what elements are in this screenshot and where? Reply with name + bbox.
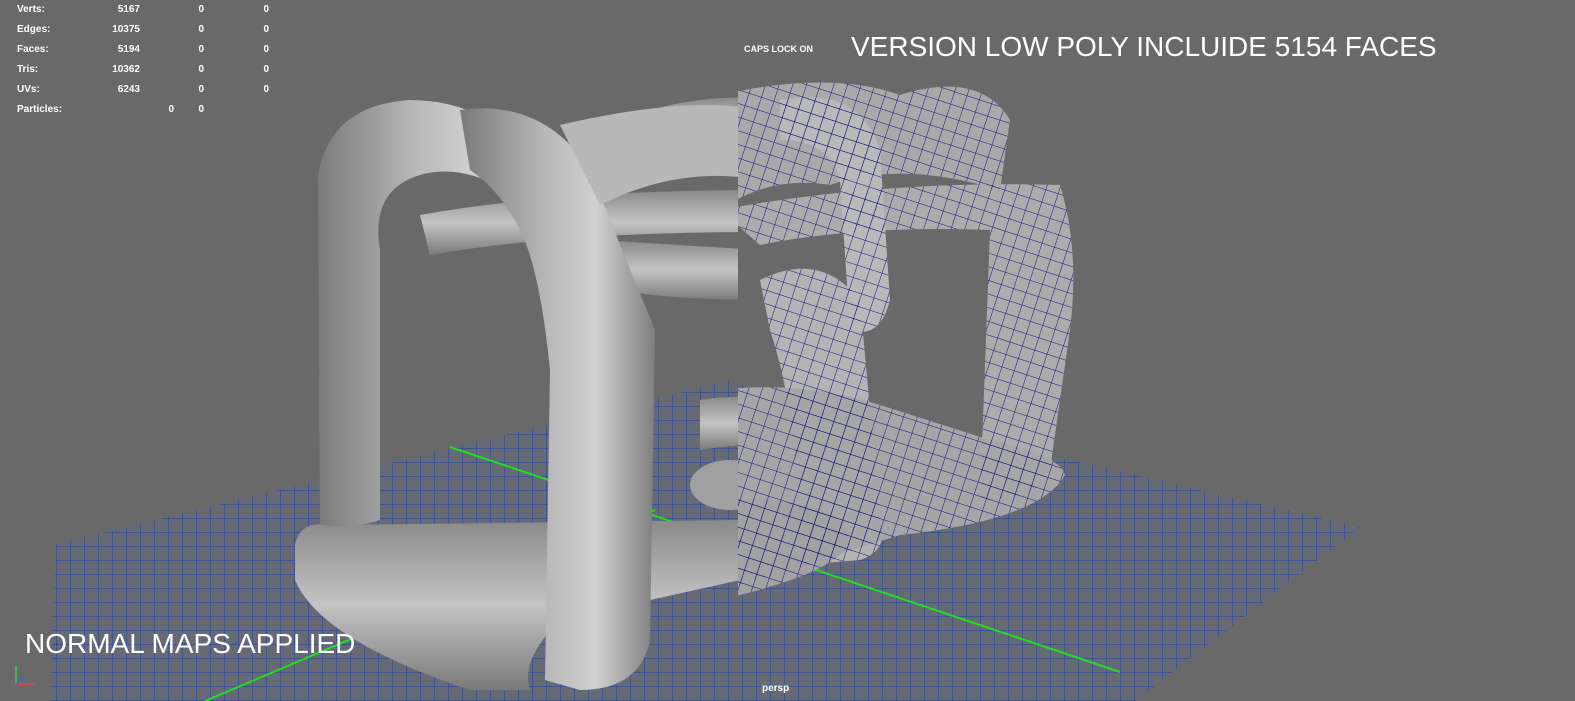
hud-label: Tris: xyxy=(17,64,39,75)
hud-value: 0 xyxy=(198,44,204,55)
hud-label: Faces: xyxy=(17,44,49,55)
view-axis-icon xyxy=(15,666,36,685)
hud-row: Faces: 5194 0 0 xyxy=(8,42,278,62)
hud-value: 10362 xyxy=(112,64,140,75)
hud-row: UVs: 6243 0 0 xyxy=(8,82,278,102)
hud-value: 0 xyxy=(198,64,204,75)
hud-value: 0 xyxy=(263,84,269,95)
hud-value: 5167 xyxy=(117,4,140,15)
hud-label: Particles: xyxy=(17,104,63,115)
hud-row: Verts: 5167 0 0 xyxy=(8,2,278,22)
hud-value: 0 xyxy=(198,104,204,115)
hud-value: 5194 xyxy=(117,44,140,55)
poly-count-hud: Verts: 5167 0 0 Edges: 10375 0 0 Faces: 5194 0 0 Tri… xyxy=(8,2,278,122)
annotation-normal-maps: NORMAL MAPS APPLIED xyxy=(25,628,356,659)
hud-label: UVs: xyxy=(17,84,40,95)
annotation-low-poly: VERSION LOW POLY INCLUIDE 5154 FACES xyxy=(851,31,1437,62)
hud-value: 0 xyxy=(198,24,204,35)
hud-value: 0 xyxy=(198,4,204,15)
hud-value: 10375 xyxy=(112,24,140,35)
hud-value: 0 xyxy=(168,104,174,115)
hud-row-particles: Particles: 0 0 xyxy=(8,102,278,122)
hud-label: Verts: xyxy=(17,4,45,15)
camera-label: persp xyxy=(762,683,790,694)
hud-value: 0 xyxy=(263,64,269,75)
hud-value: 0 xyxy=(263,4,269,15)
caps-lock-indicator: CAPS LOCK ON xyxy=(744,44,814,54)
hud-value: 0 xyxy=(263,24,269,35)
hud-row: Edges: 10375 0 0 xyxy=(8,22,278,42)
hud-row: Tris: 10362 0 0 xyxy=(8,62,278,82)
3d-viewport[interactable]: Verts: 5167 0 0 Edges: 10375 0 0 Faces: 5194 0 0 Tri… xyxy=(0,0,1575,701)
hud-value: 6243 xyxy=(117,84,140,95)
hud-label: Edges: xyxy=(17,24,51,35)
hud-value: 0 xyxy=(198,84,204,95)
hud-value: 0 xyxy=(263,44,269,55)
